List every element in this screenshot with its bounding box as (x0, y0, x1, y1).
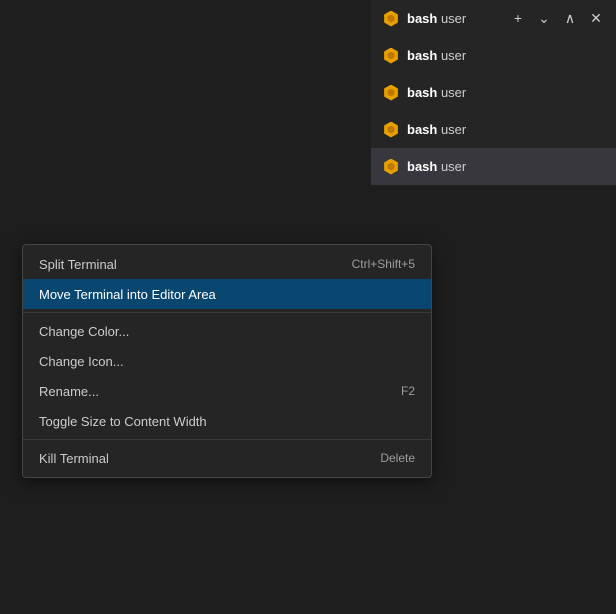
terminal-item-label: bash user (407, 85, 466, 100)
terminal-shell-icon (383, 122, 399, 138)
terminal-toolbar: + ⌄ ∧ ✕ (498, 0, 616, 36)
terminal-list-item[interactable]: bash user (371, 74, 616, 111)
menu-separator (23, 439, 431, 440)
menu-item-label: Split Terminal (39, 257, 117, 272)
terminal-item-label: bash user (407, 11, 466, 26)
context-menu-item-color[interactable]: Change Color... (23, 316, 431, 346)
context-menu-item-icon[interactable]: Change Icon... (23, 346, 431, 376)
terminal-list-item[interactable]: bash user (371, 148, 616, 185)
menu-item-label: Rename... (39, 384, 99, 399)
context-menu-item-rename[interactable]: Rename... F2 (23, 376, 431, 406)
terminal-shell-icon (383, 48, 399, 64)
context-menu-item-kill[interactable]: Kill Terminal Delete (23, 443, 431, 473)
terminal-item-label: bash user (407, 159, 466, 174)
close-icon: ✕ (590, 10, 602, 27)
terminal-item-label: bash user (407, 48, 466, 63)
add-terminal-button[interactable]: + (506, 6, 530, 30)
terminal-shell-icon (383, 11, 399, 27)
menu-item-label: Change Icon... (39, 354, 124, 369)
menu-item-label: Move Terminal into Editor Area (39, 287, 216, 302)
context-menu: Split Terminal Ctrl+Shift+5 Move Terminal … (22, 244, 432, 478)
context-menu-item-move[interactable]: Move Terminal into Editor Area (23, 279, 431, 309)
menu-separator (23, 312, 431, 313)
context-menu-item-toggle[interactable]: Toggle Size to Content Width (23, 406, 431, 436)
menu-item-shortcut: Ctrl+Shift+5 (352, 257, 415, 271)
plus-icon: + (514, 10, 522, 26)
menu-item-shortcut: F2 (401, 384, 415, 398)
menu-item-label: Kill Terminal (39, 451, 109, 466)
menu-item-shortcut: Delete (380, 451, 415, 465)
chevron-down-icon: ⌄ (538, 10, 550, 27)
collapse-panel-button[interactable]: ∧ (558, 6, 582, 30)
context-menu-item-split[interactable]: Split Terminal Ctrl+Shift+5 (23, 249, 431, 279)
menu-item-label: Toggle Size to Content Width (39, 414, 207, 429)
terminal-shell-icon (383, 85, 399, 101)
menu-item-label: Change Color... (39, 324, 129, 339)
chevron-up-icon: ∧ (565, 10, 575, 27)
dropdown-button[interactable]: ⌄ (532, 6, 556, 30)
close-panel-button[interactable]: ✕ (584, 6, 608, 30)
terminal-list-item[interactable]: bash user (371, 37, 616, 74)
terminal-list-item[interactable]: bash user (371, 111, 616, 148)
terminal-shell-icon (383, 159, 399, 175)
terminal-item-label: bash user (407, 122, 466, 137)
